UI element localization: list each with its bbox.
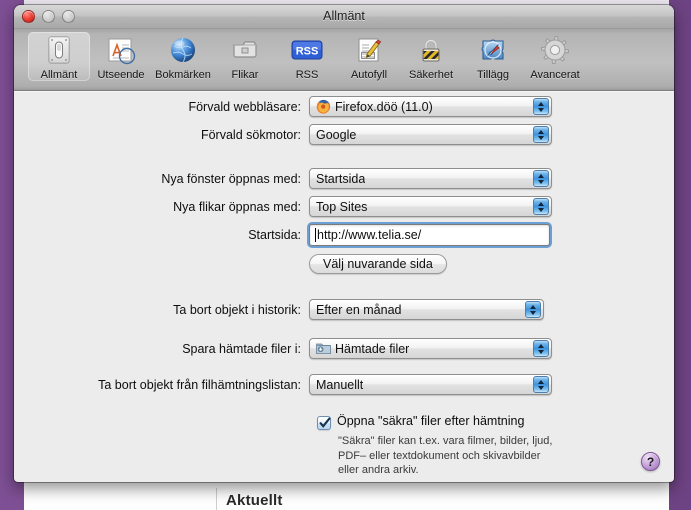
open-safe-files-label: Öppna "säkra" filer efter hämtning: [337, 414, 525, 428]
new-windows-value: Startsida: [316, 171, 366, 186]
toolbar-label-advanced: Avancerat: [530, 69, 580, 81]
remove-downloads-arrows[interactable]: [533, 376, 549, 393]
label-new-tabs: Nya flikar öppnas med:: [173, 199, 301, 214]
rss-icon: RSS: [290, 33, 324, 67]
help-line-1: "Säkra" filer kan t.ex. vara filmer, bil…: [338, 435, 553, 447]
general-switch-icon: [42, 33, 76, 67]
remove-downloads-value: Manuellt: [316, 377, 364, 392]
help-line-3: eller andra arkiv.: [338, 464, 419, 476]
remove-downloads-popup[interactable]: Manuellt: [309, 374, 552, 395]
toolbar-item-tabs[interactable]: Flikar: [214, 32, 276, 81]
toolbar-label-general: Allmänt: [40, 69, 78, 81]
row-open-safe-files: Öppna "säkra" filer efter hämtning: [317, 414, 524, 430]
toolbar-item-extensions[interactable]: Tillägg: [462, 32, 524, 81]
background-bottom-area: [24, 480, 669, 510]
homepage-input[interactable]: http://www.telia.se/: [309, 224, 550, 246]
toolbar-label-tabs: Flikar: [231, 69, 259, 81]
appearance-icon: [104, 33, 138, 67]
general-preferences-pane: Förvald webbläsare: Firefox.döö (11.0) F…: [14, 91, 674, 481]
download-location-value: Hämtade filer: [335, 341, 410, 356]
download-location-arrows[interactable]: [533, 340, 549, 357]
downloads-folder-icon: [316, 341, 331, 356]
default-browser-value: Firefox.döö (11.0): [335, 99, 433, 114]
row-default-search: Förvald sökmotor: Google: [14, 124, 674, 145]
window-title: Allmänt: [323, 9, 365, 23]
autofill-pencil-icon: [352, 33, 386, 67]
default-search-value: Google: [316, 127, 357, 142]
default-browser-arrows[interactable]: [533, 98, 549, 115]
toolbar-item-bookmarks[interactable]: Bokmärken: [152, 32, 214, 81]
toolbar-item-advanced[interactable]: Avancerat: [524, 32, 586, 81]
toolbar-item-autofill[interactable]: Autofyll: [338, 32, 400, 81]
svg-text:RSS: RSS: [296, 46, 319, 58]
row-remove-downloads: Ta bort objekt från filhämtningslistan: …: [14, 374, 674, 395]
toolbar-item-appearance[interactable]: Utseende: [90, 32, 152, 81]
background-heading: Aktuellt: [226, 492, 283, 509]
default-search-arrows[interactable]: [533, 126, 549, 143]
label-default-search: Förvald sökmotor:: [200, 127, 301, 142]
toolbar-item-general[interactable]: Allmänt: [28, 32, 90, 81]
gear-icon: [538, 33, 572, 67]
toolbar-item-security[interactable]: Säkerhet: [400, 32, 462, 81]
help-line-2: PDF– eller textdokument och skivavbilder: [338, 449, 541, 462]
download-location-popup[interactable]: Hämtade filer: [309, 338, 552, 359]
globe-bookmarks-icon: [166, 33, 200, 67]
background-divider: [216, 488, 217, 510]
open-safe-files-checkbox[interactable]: [317, 416, 331, 430]
text-caret: [315, 228, 316, 242]
label-download-location: Spara hämtade filer i:: [182, 341, 301, 356]
toolbar-label-bookmarks: Bokmärken: [155, 69, 211, 81]
label-new-windows: Nya fönster öppnas med:: [161, 171, 301, 186]
help-button[interactable]: ?: [641, 452, 660, 471]
padlock-icon: [414, 33, 448, 67]
toolbar-label-extensions: Tillägg: [477, 69, 509, 81]
preferences-window: Allmänt Allmänt Utseende Bokmärken Flika…: [14, 5, 674, 482]
label-homepage: Startsida:: [248, 228, 301, 242]
open-safe-files-help: "Säkra" filer kan t.ex. vara filmer, bil…: [338, 434, 552, 478]
toolbar-label-rss: RSS: [295, 69, 319, 81]
remove-history-value: Efter en månad: [316, 302, 402, 317]
new-tabs-value: Top Sites: [316, 199, 368, 214]
toolbar-label-appearance: Utseende: [97, 69, 145, 81]
default-browser-popup[interactable]: Firefox.döö (11.0): [309, 96, 552, 117]
remove-history-arrows[interactable]: [525, 301, 541, 318]
homepage-value: http://www.telia.se/: [317, 228, 422, 242]
row-set-current-page: Välj nuvarande sida: [14, 254, 674, 274]
row-new-tabs: Nya flikar öppnas med: Top Sites: [14, 196, 674, 217]
remove-history-popup[interactable]: Efter en månad: [309, 299, 544, 320]
new-windows-arrows[interactable]: [533, 170, 549, 187]
firefox-icon: [316, 99, 331, 114]
toolbar-label-security: Säkerhet: [408, 69, 454, 81]
new-tabs-arrows[interactable]: [533, 198, 549, 215]
row-homepage: Startsida: http://www.telia.se/: [14, 224, 674, 246]
new-windows-popup[interactable]: Startsida: [309, 168, 552, 189]
toolbar-item-rss[interactable]: RSS RSS: [276, 32, 338, 81]
label-remove-downloads: Ta bort objekt från filhämtningslistan:: [98, 377, 301, 392]
window-titlebar[interactable]: Allmänt: [14, 5, 674, 29]
row-remove-history: Ta bort objekt i historik: Efter en måna…: [14, 299, 674, 320]
default-search-popup[interactable]: Google: [309, 124, 552, 145]
extensions-puzzle-icon: [476, 33, 510, 67]
row-default-browser: Förvald webbläsare: Firefox.döö (11.0): [14, 96, 674, 117]
toolbar-label-autofill: Autofyll: [350, 69, 388, 81]
label-remove-history: Ta bort objekt i historik:: [173, 302, 301, 317]
preferences-toolbar: Allmänt Utseende Bokmärken Flikar RSS RS…: [14, 29, 674, 91]
set-current-page-button[interactable]: Välj nuvarande sida: [309, 254, 447, 274]
row-new-windows: Nya fönster öppnas med: Startsida: [14, 168, 674, 189]
new-tabs-popup[interactable]: Top Sites: [309, 196, 552, 217]
tabs-icon: [228, 33, 262, 67]
label-default-browser: Förvald webbläsare:: [188, 99, 301, 114]
row-download-location: Spara hämtade filer i: Hämtade filer: [14, 338, 674, 359]
